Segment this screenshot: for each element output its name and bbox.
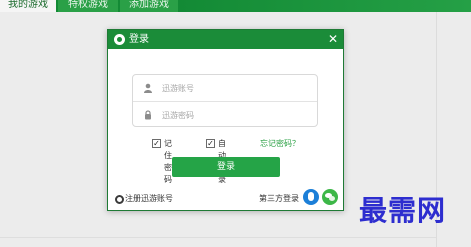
divider	[133, 101, 317, 102]
close-icon[interactable]: ✕	[326, 31, 340, 47]
remember-password-checkbox[interactable]: ✓	[152, 139, 161, 148]
forgot-password-link[interactable]: 忘记密码？	[260, 138, 300, 150]
register-icon	[115, 195, 124, 204]
tab-add-games[interactable]: 添加游戏	[120, 0, 178, 12]
user-icon	[143, 83, 153, 93]
watermark: 最需网	[359, 194, 447, 227]
remember-password-label: 记住密码	[164, 139, 172, 184]
tab-my-games[interactable]: 我的游戏	[0, 0, 56, 12]
password-input[interactable]	[162, 107, 312, 123]
login-dialog: 登录 ✕ ✓ 记住密码 ✓ 自动登录 忘记密码？ 登录 注册迅游账号 第三方登录	[107, 29, 344, 211]
login-button[interactable]: 登录	[172, 157, 280, 177]
auto-login-checkbox[interactable]: ✓	[206, 139, 215, 148]
third-party-login-label: 第三方登录	[259, 194, 299, 203]
divider	[0, 237, 436, 238]
logo-icon	[114, 34, 125, 45]
account-input[interactable]	[162, 80, 312, 96]
lock-icon	[143, 110, 153, 120]
register-link[interactable]: 注册迅游账号	[125, 193, 173, 205]
credentials-box	[132, 74, 318, 127]
wechat-icon[interactable]	[322, 189, 338, 205]
dialog-title-bar[interactable]: 登录 ✕	[108, 30, 343, 49]
tab-privilege-games[interactable]: 特权游戏	[58, 0, 118, 12]
app-header	[178, 0, 471, 12]
qq-icon[interactable]	[303, 189, 319, 205]
dialog-title: 登录	[129, 34, 149, 45]
